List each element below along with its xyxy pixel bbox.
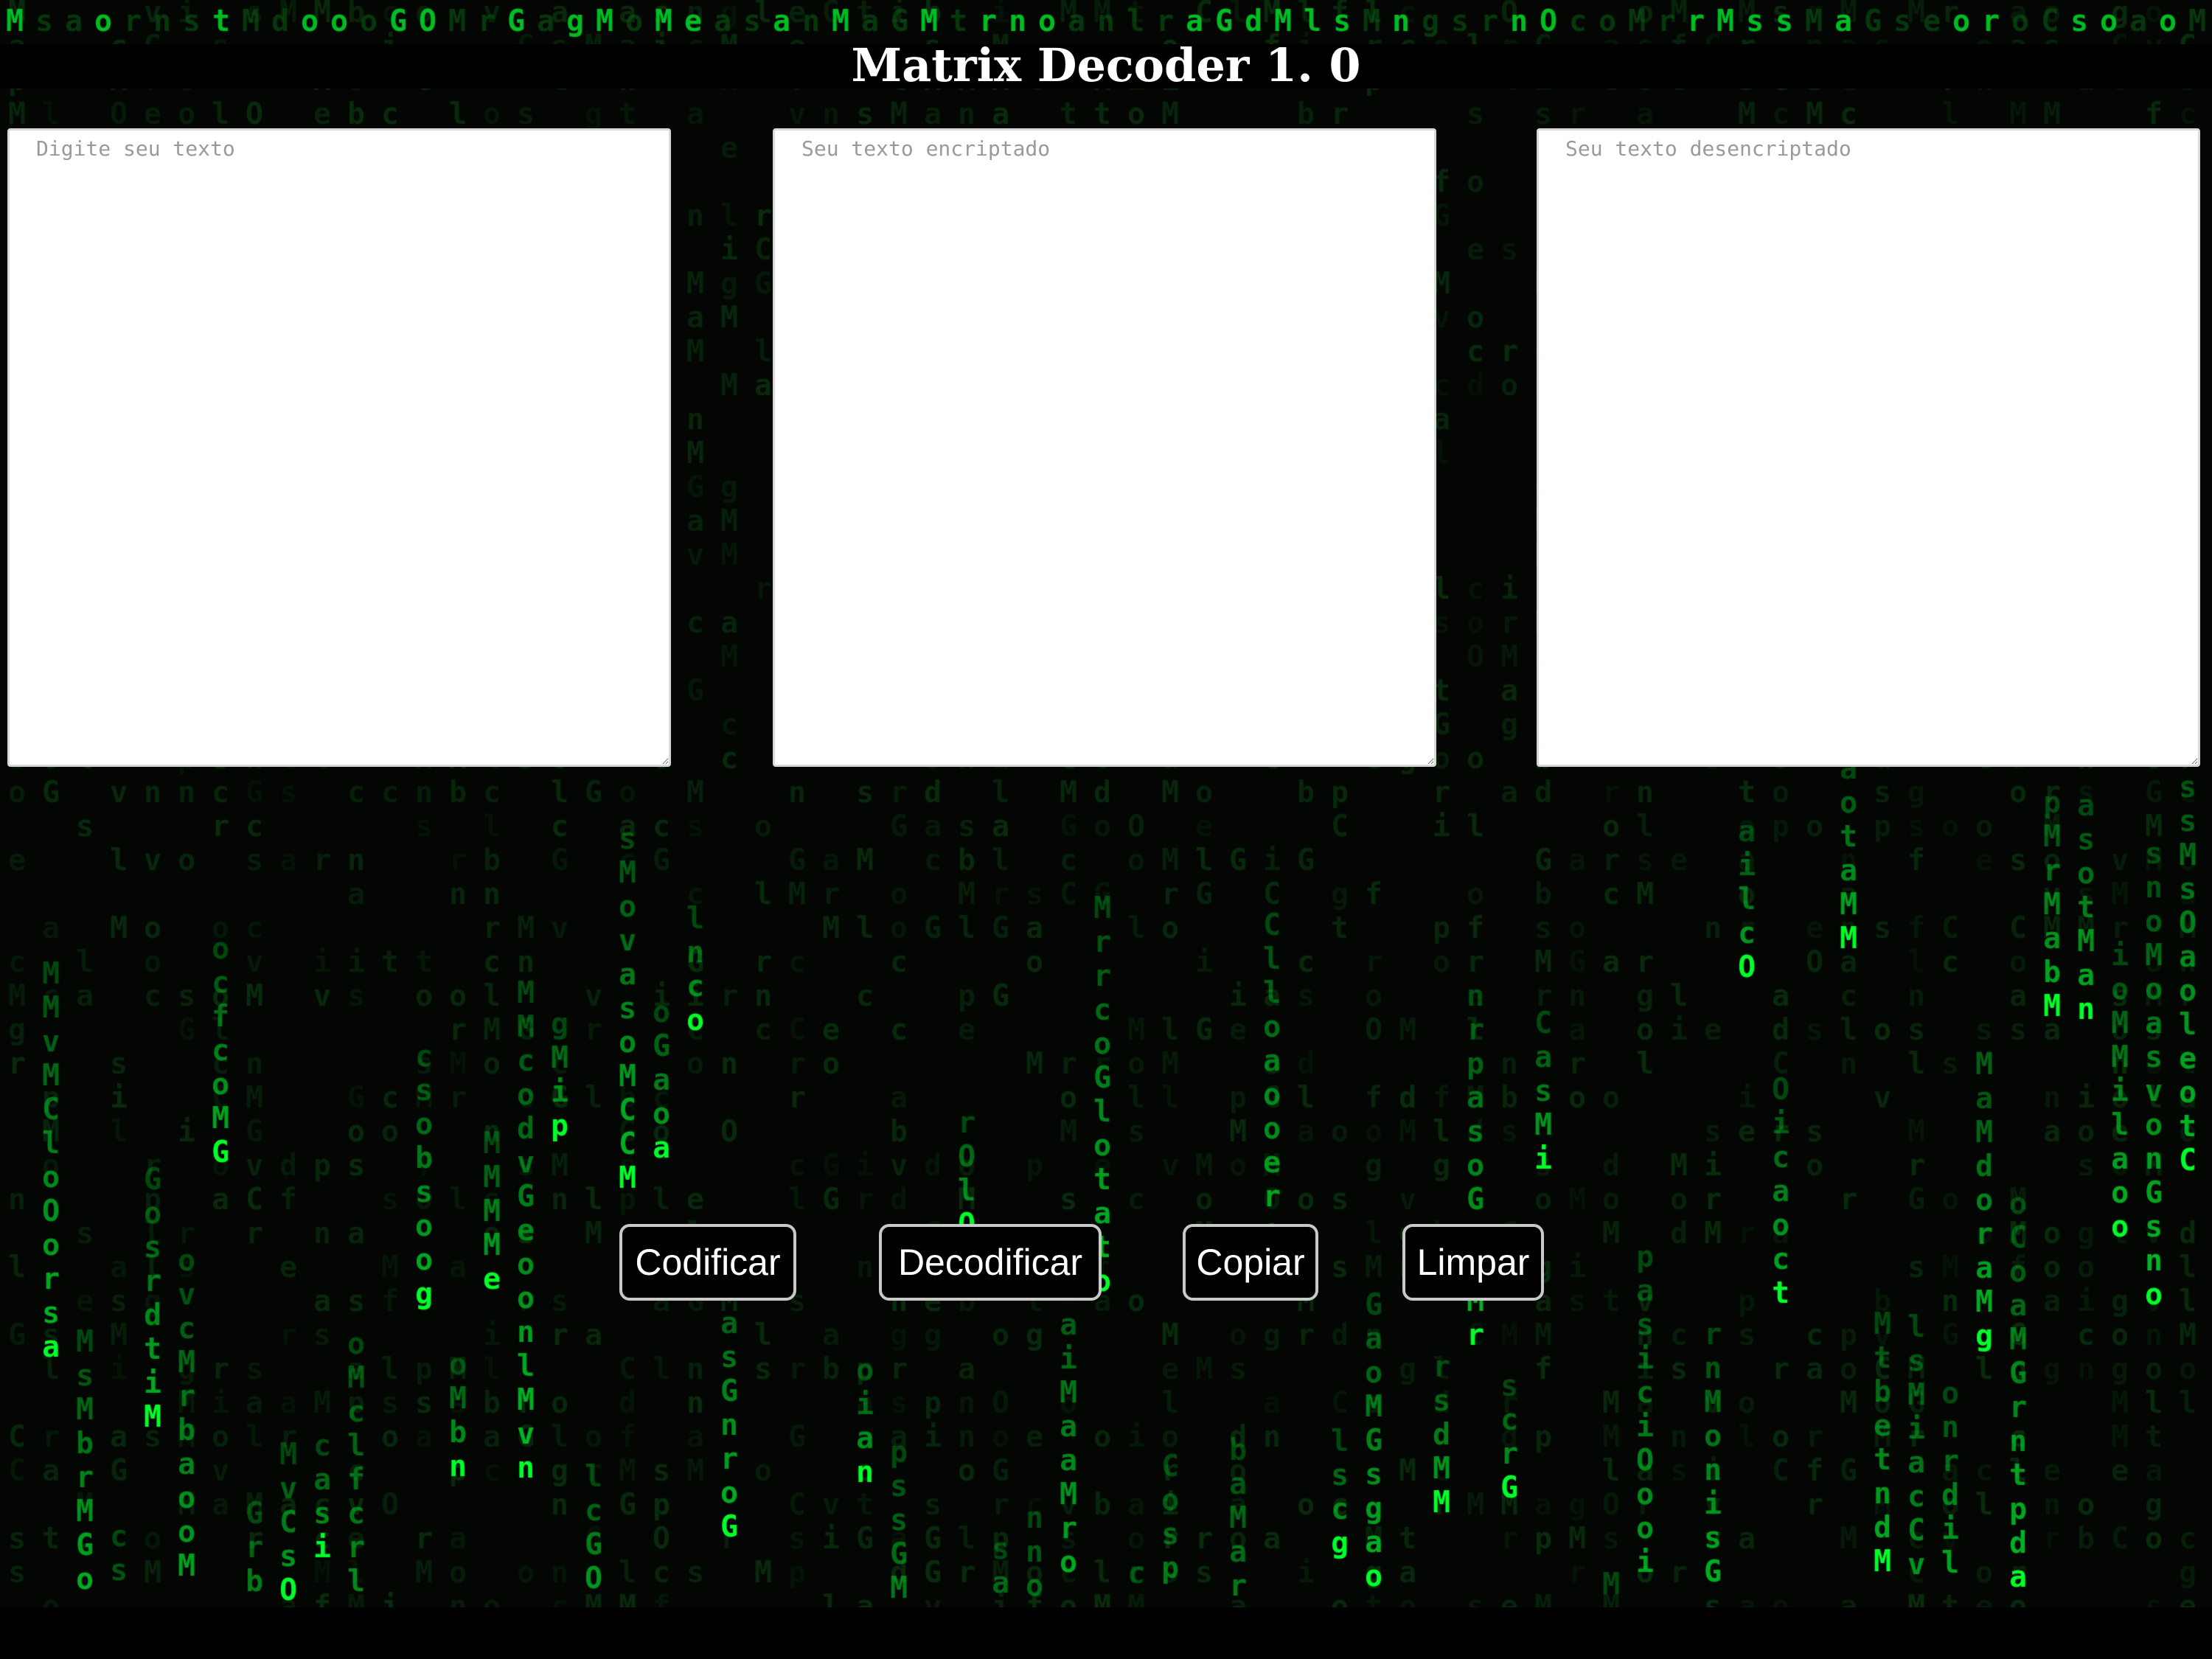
copy-button[interactable]: Copiar bbox=[1183, 1224, 1318, 1301]
encode-button[interactable]: Codificar bbox=[619, 1224, 796, 1301]
decode-button[interactable]: Decodificar bbox=[879, 1224, 1102, 1301]
footer-bar bbox=[0, 1607, 2212, 1659]
decrypted-text-output[interactable] bbox=[1537, 128, 2200, 767]
app-window: Matrix Decoder 1. 0 Codificar Decodifica… bbox=[0, 0, 2212, 1659]
page-title: Matrix Decoder 1. 0 bbox=[851, 38, 1361, 92]
plain-text-input[interactable] bbox=[7, 128, 671, 767]
clear-button[interactable]: Limpar bbox=[1402, 1224, 1544, 1301]
encrypted-text-output[interactable] bbox=[773, 128, 1436, 767]
